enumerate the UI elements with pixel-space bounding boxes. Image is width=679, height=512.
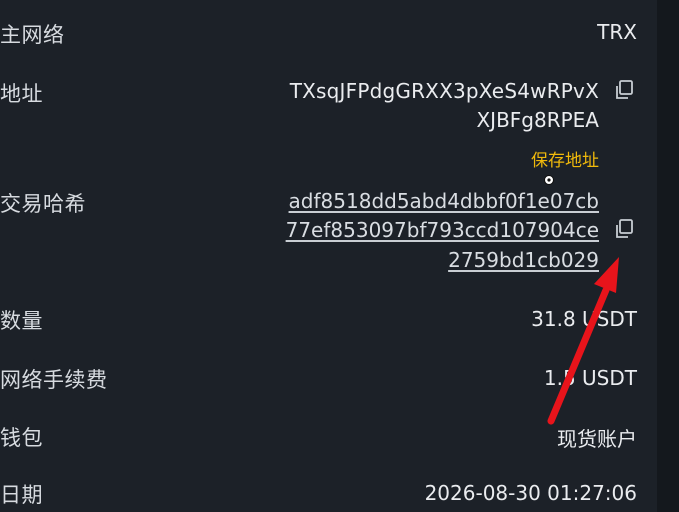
wallet-label: 钱包 [0, 426, 43, 450]
address-label: 地址 [0, 82, 43, 106]
mouse-cursor-icon [544, 175, 554, 185]
tx-hash-line-2[interactable]: 77ef853097bf793ccd107904ce [286, 218, 599, 242]
copy-address-icon[interactable] [613, 79, 635, 101]
tx-hash-label: 交易哈希 [0, 192, 86, 216]
network-fee-value: 1.5 USDT [543, 366, 637, 390]
tx-hash-line-3[interactable]: 2759bd1cb029 [448, 248, 599, 272]
network-label: 主网络 [0, 23, 65, 47]
copy-tx-hash-icon[interactable] [613, 218, 635, 240]
network-value: TRX [597, 20, 637, 44]
amount-value: 31.8 USDT [531, 307, 637, 331]
amount-label: 数量 [0, 309, 43, 333]
tx-hash-line-1[interactable]: adf8518dd5abd4dbbf0f1e07cb [289, 189, 599, 213]
right-edge-panel [657, 0, 679, 512]
wallet-value: 现货账户 [557, 427, 637, 451]
date-label: 日期 [0, 483, 43, 507]
address-line-1: TXsqJFPdgGRXX3pXeS4wRPvX [289, 79, 599, 103]
save-address-link[interactable]: 保存地址 [531, 146, 599, 171]
date-value: 2026-08-30 01:27:06 [424, 481, 637, 505]
address-line-2: XJBFg8RPEA [476, 108, 599, 132]
network-fee-label: 网络手续费 [0, 368, 108, 392]
